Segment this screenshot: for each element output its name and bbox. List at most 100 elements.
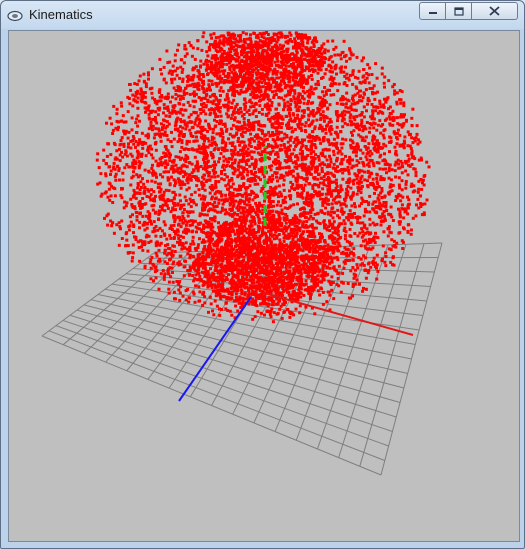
particle-point — [365, 76, 369, 80]
particle-point — [171, 280, 175, 284]
particle-point — [170, 80, 174, 84]
particle-point — [214, 170, 218, 174]
particle-point — [355, 163, 359, 167]
particle-point — [124, 129, 128, 133]
particle-point — [283, 102, 287, 106]
particle-point — [184, 86, 187, 90]
particle-point — [279, 126, 283, 129]
particle-point — [330, 275, 334, 279]
particle-point — [223, 212, 227, 216]
particle-point — [245, 110, 249, 114]
particle-point — [282, 178, 286, 182]
app-icon[interactable] — [7, 8, 23, 22]
particle-point — [375, 253, 379, 257]
particle-point — [334, 201, 338, 205]
particle-point — [218, 98, 222, 102]
viewport-3d[interactable] — [8, 30, 520, 542]
particle-point — [208, 113, 212, 117]
particle-point — [174, 120, 178, 123]
particle-point — [182, 90, 186, 94]
particle-point — [407, 157, 411, 161]
particle-point — [159, 235, 163, 238]
particle-point — [150, 222, 153, 226]
particle-point — [317, 95, 321, 99]
particle-point — [199, 98, 203, 102]
particle-point — [419, 194, 422, 198]
particle-point — [293, 165, 297, 169]
particle-point — [359, 191, 363, 195]
particle-point — [152, 136, 156, 140]
particle-point — [342, 82, 346, 86]
particle-point — [131, 256, 135, 260]
particle-point — [367, 81, 371, 85]
particle-point — [302, 101, 306, 105]
particle-point — [154, 159, 158, 163]
particle-point — [393, 145, 397, 149]
particle-point — [419, 205, 423, 208]
particle-point — [194, 92, 198, 96]
particle-point — [154, 234, 158, 238]
particle-point — [122, 144, 126, 148]
particle-point — [228, 141, 232, 145]
particle-point — [210, 79, 214, 83]
particle-point — [350, 250, 353, 254]
particle-point — [275, 192, 279, 196]
particle-point — [141, 96, 145, 100]
particle-point — [362, 91, 366, 95]
particle-point — [296, 156, 300, 160]
particle-point — [359, 94, 363, 98]
particle-point — [203, 197, 206, 201]
particle-point — [282, 183, 286, 187]
particle-point — [306, 148, 310, 151]
particle-point — [138, 259, 142, 263]
particle-point — [316, 80, 320, 83]
particle-point — [321, 148, 325, 152]
particle-point — [277, 96, 281, 99]
particle-point — [355, 55, 359, 59]
particle-point — [375, 177, 379, 180]
particle-point — [197, 121, 201, 125]
particle-point — [398, 186, 402, 190]
particle-point — [334, 186, 338, 190]
particle-point — [161, 175, 165, 179]
particle-point — [150, 188, 153, 192]
maximize-button[interactable] — [446, 2, 472, 20]
particle-point — [133, 82, 137, 86]
particle-point — [135, 92, 139, 96]
particle-point — [146, 136, 150, 140]
particle-point — [409, 132, 412, 136]
particle-point — [348, 242, 352, 246]
particle-point — [293, 118, 297, 122]
particle-point — [120, 104, 124, 108]
particle-point — [314, 226, 318, 230]
particle-point — [163, 260, 167, 264]
scene-canvas[interactable] — [9, 31, 519, 541]
particle-point — [315, 165, 319, 169]
particle-point — [343, 237, 347, 241]
particle-point — [222, 159, 226, 163]
particle-point — [119, 139, 123, 142]
particle-point — [293, 137, 297, 141]
particle-point — [203, 213, 206, 217]
particle-point — [312, 226, 316, 230]
particle-point — [331, 60, 335, 64]
particle-point — [192, 292, 196, 296]
particle-point — [367, 73, 371, 77]
particle-point — [115, 107, 119, 111]
particle-point — [158, 95, 162, 99]
particle-point — [291, 169, 295, 173]
close-button[interactable] — [472, 2, 518, 20]
particle-point — [157, 182, 160, 186]
particle-point — [316, 211, 320, 215]
particle-point — [164, 114, 168, 118]
minimize-button[interactable] — [419, 2, 446, 20]
title-bar[interactable]: Kinematics — [1, 1, 524, 29]
particle-point — [355, 114, 359, 118]
particle-point — [160, 208, 164, 212]
particle-point — [342, 219, 346, 223]
particle-point — [122, 120, 126, 124]
particle-point — [383, 152, 386, 156]
particle-point — [311, 101, 315, 105]
particle-point — [389, 140, 392, 144]
particle-point — [347, 78, 351, 82]
